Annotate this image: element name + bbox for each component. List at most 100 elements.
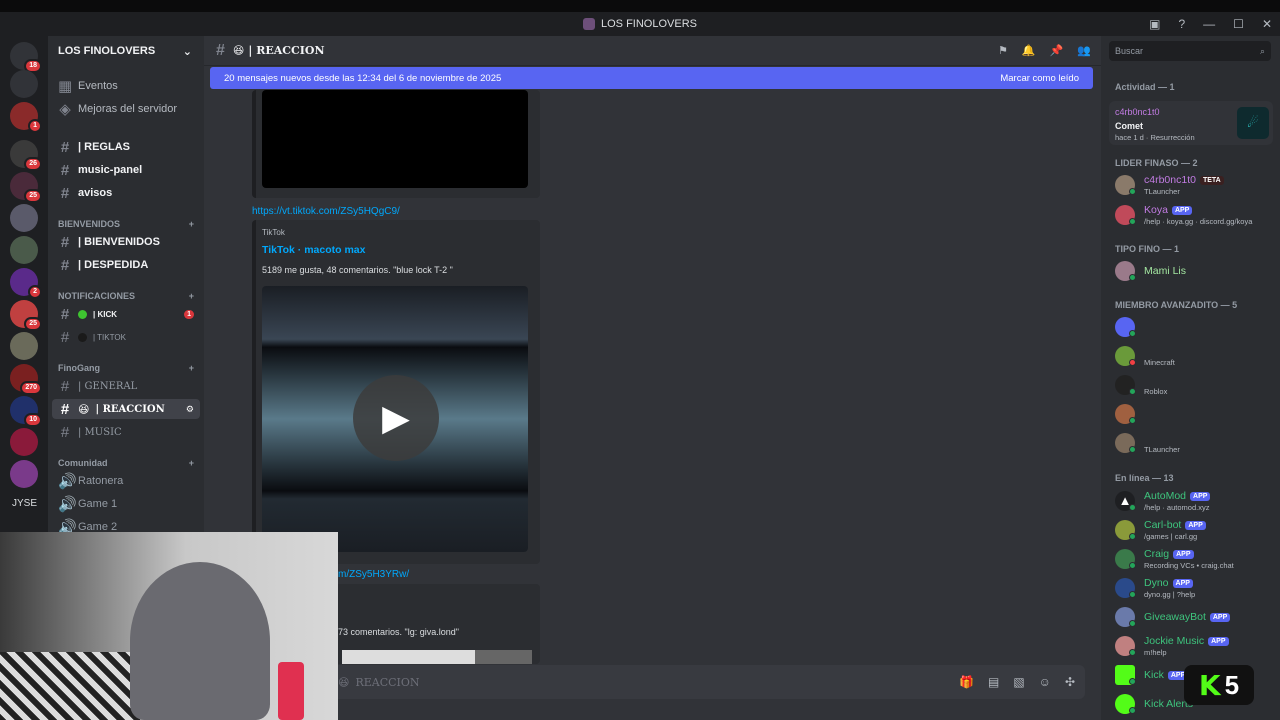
channel-reaccion[interactable]: # 😆 | REACCION ⚙ [52,399,200,419]
unread-badge: 1 [184,309,194,319]
member-row[interactable]: Minecraft [1115,343,1275,369]
rat-mask [130,562,270,720]
pin-icon[interactable]: 📌 [1050,44,1064,57]
server-header[interactable]: LOS FINOLOVERS ⌄ [48,36,204,66]
chat-area: # 😆 | REACCION ⚑ 🔔 📌 👥 20 mensajes nuevos … [204,36,1101,720]
play-icon[interactable]: ▶ [353,375,439,461]
channel-tiktok[interactable]: # | TIKTOK [52,327,200,347]
server-avatar[interactable]: 270 [10,364,42,395]
kick-logo-overlay: K 5 [1184,665,1254,705]
member-row[interactable]: c4rb0nc1t0 TETA TLauncher [1115,172,1275,198]
discord-home-icon[interactable]: 18 [10,42,42,73]
chevron-down-icon: ⌄ [182,45,192,58]
embed-description: 5189 me gusta, 48 comentarios. "blue loc… [262,265,453,275]
hash-icon: # [216,41,225,59]
emoji-picker-icon[interactable]: ☺ [1039,675,1051,689]
channel-avisos[interactable]: # avisos [52,183,200,203]
bell-icon[interactable]: 🔔 [1022,44,1036,57]
server-icon [583,18,595,30]
help-icon[interactable]: ? [1178,17,1185,31]
server-avatar[interactable]: 1 [10,102,42,133]
events-item[interactable]: ▦ Eventos [52,76,200,96]
voice-ratonera[interactable]: 🔊 Ratonera [52,471,200,491]
message-composer[interactable]: 😆 REACCION 🎁 ▤ ▧ ☺ ✣ [220,665,1085,699]
sticker-icon[interactable]: ▧ [1013,675,1024,689]
new-messages-bar[interactable]: 20 mensajes nuevos desde las 12:34 del 6… [210,67,1093,89]
message-link[interactable]: https://vt.tiktok.com/ZSy5HQgC9/ [252,206,400,217]
settings-icon[interactable]: ⚙ [186,404,194,415]
members-icon[interactable]: 👥 [1077,44,1091,57]
gif-icon[interactable]: ▤ [988,675,999,689]
video-thumbnail[interactable] [342,650,532,664]
member-row[interactable]: GiveawayBot APP [1115,604,1275,630]
search-input[interactable]: Buscar ⌕ [1109,41,1271,61]
member-row[interactable]: TLauncher [1115,430,1275,456]
member-row[interactable]: ▲ AutoMod APP/help · automod.xyz [1115,488,1275,514]
member-row[interactable]: Koya APP/help · koya.gg · discord.gg/koya [1115,202,1275,228]
boost-item[interactable]: ◈ Mejoras del servidor [52,99,200,119]
gift-icon[interactable]: 🎁 [959,675,974,689]
overlay-number: 5 [1224,669,1240,700]
channel-despedida[interactable]: # | DESPEDIDA [52,255,200,275]
threads-icon[interactable]: ⚑ [998,44,1008,57]
inbox-icon[interactable]: ▣ [1149,17,1160,31]
embed-title[interactable]: TikTok · macoto max [262,244,365,256]
server-avatar[interactable]: 2 [10,268,42,299]
member-row[interactable] [1115,401,1275,427]
member-list: Buscar ⌕ Actividad — 1 c4rb0nc1t0 Comet h… [1101,36,1280,720]
channel-music[interactable]: # | MUSIC [52,422,200,442]
server-avatar[interactable]: 25 [10,172,42,203]
voice-game-1[interactable]: 🔊 Game 1 [52,494,200,514]
member-row[interactable]: Roblox [1115,372,1275,398]
mark-read-button[interactable]: Marcar como leído [1000,73,1079,84]
minimize-icon[interactable]: — [1203,17,1215,31]
server-avatar[interactable]: 25 [10,300,42,331]
member-row[interactable]: Carl-bot APP/games | carl.gg [1115,517,1275,543]
channel-general[interactable]: # | GENERAL [52,376,200,396]
maximize-icon[interactable]: ☐ [1233,17,1244,31]
embed-card [252,90,540,198]
server-avatar[interactable] [10,460,38,488]
search-icon: ⌕ [1259,45,1265,56]
dm-icon[interactable] [10,70,38,98]
server-avatar[interactable]: 26 [10,140,42,171]
video-thumbnail[interactable] [262,90,528,188]
os-title-strip [0,0,1280,12]
server-avatar[interactable]: 10 [10,396,42,427]
channel-music-panel[interactable]: # music-panel [52,160,200,180]
category-bienvenidos[interactable]: BIENVENIDOS + [58,219,194,229]
server-avatar[interactable] [10,332,38,360]
message-link[interactable]: m/ZSy5H3YRw/ [338,569,409,580]
activity-card[interactable]: c4rb0nc1t0 Comet hace 1 d · Resurrección… [1109,101,1273,145]
window-titlebar: LOS FINOLOVERS [0,12,1280,36]
category-finogang[interactable]: FinoGang + [58,363,194,373]
apps-icon[interactable]: ✣ [1065,675,1075,689]
activity-header: Actividad — 1 [1115,82,1175,92]
boost-icon: ◈ [59,101,71,118]
channel-reglas[interactable]: # | REGLAS [52,137,200,157]
category-notificaciones[interactable]: NOTIFICACIONES + [58,291,194,301]
embed-description: 73 comentarios. "lg: giva.lond" [338,627,459,637]
tiktok-embed: TikTok TikTok · macoto max 5189 me gusta… [252,220,540,564]
video-thumbnail[interactable]: ▶ [262,286,528,552]
channel-header: # 😆 | REACCION [204,36,1101,66]
server-avatar[interactable] [10,204,38,232]
embed-provider: TikTok [262,228,285,237]
server-initials[interactable]: JYSE [12,498,37,509]
channel-kick[interactable]: # | KICK 1 [52,304,200,324]
close-icon[interactable]: ✕ [1262,17,1272,31]
member-row[interactable] [1115,314,1275,340]
kick-icon: K [1198,668,1221,702]
member-row[interactable]: Mami Lis [1115,258,1275,284]
category-comunidad[interactable]: Comunidad + [58,458,194,468]
server-avatar[interactable] [10,428,38,456]
speaker-icon: 🔊 [58,473,77,490]
channel-bienvenidos[interactable]: # | BIENVENIDOS [52,232,200,252]
member-row[interactable]: Dyno APP dyno.gg | ?help [1115,575,1275,601]
member-row[interactable]: Craig APP Recording VCs • craig.chat [1115,546,1275,572]
member-row[interactable]: Jockie Music APP m!help [1115,633,1275,659]
server-avatar[interactable] [10,236,38,264]
microphone [278,662,304,720]
channel-title: | REACCION [248,44,325,57]
calendar-icon: ▦ [58,78,73,95]
